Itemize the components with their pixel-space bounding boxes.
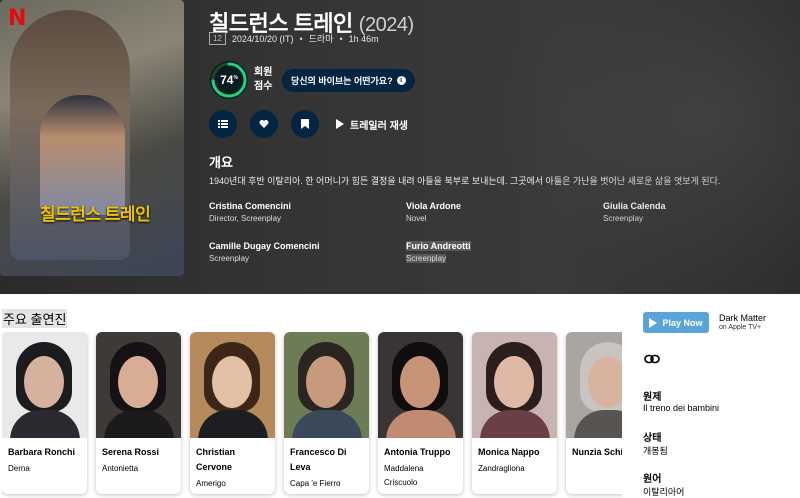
cast-scroller[interactable]: Barbara Ronchi Derna Serena Rossi Antoni…: [2, 332, 622, 498]
cast-character: Zandragliona: [478, 464, 525, 473]
score-label-line2: 점수: [254, 81, 273, 92]
movie-header: N 칠드런스 트레인 칠드런스 트레인 (2024) 12 2024/10/20 …: [0, 0, 800, 294]
cast-card[interactable]: Nunzia Schi: [566, 332, 622, 494]
language-label: 원어: [643, 474, 662, 485]
runtime: 1h 46m: [348, 33, 379, 44]
crew-job: Novel: [406, 214, 427, 223]
vibe-button[interactable]: 당신의 바이브는 어떤가요? i: [282, 69, 415, 92]
crew-job: Screenplay: [406, 254, 447, 263]
poster-title: 칠드런스 트레인: [40, 205, 151, 224]
vibe-text: 당신의 바이브는 어떤가요?: [291, 76, 393, 86]
cast-name[interactable]: Nunzia Schi: [566, 438, 622, 460]
cast-name[interactable]: Serena Rossi: [96, 438, 181, 460]
trailer-label: 트레일러 재생: [350, 120, 408, 132]
movie-poster[interactable]: N 칠드런스 트레인: [0, 0, 184, 276]
language-value: 이탈리아어: [643, 487, 685, 497]
cast-card[interactable]: Barbara Ronchi Derna: [2, 332, 87, 494]
poster-figure-child: [40, 95, 125, 215]
cast-card[interactable]: Serena Rossi Antonietta: [96, 332, 181, 494]
cast-photo[interactable]: [472, 332, 557, 438]
crew-name[interactable]: Giulia Calenda: [603, 201, 793, 211]
bookmark-icon: [301, 119, 309, 129]
cast-photo[interactable]: [96, 332, 181, 438]
crew-name[interactable]: Furio Andreotti: [406, 241, 471, 251]
certification-badge: 12: [209, 32, 226, 45]
score-value: 74%: [220, 73, 238, 87]
streaming-provider[interactable]: Dark Matter on Apple TV+: [719, 313, 766, 331]
crew-job: Screenplay: [603, 214, 644, 223]
play-now-label: Play Now: [662, 317, 703, 328]
play-trailer-button[interactable]: 트레일러 재생: [336, 117, 408, 132]
cast-name[interactable]: Barbara Ronchi: [2, 438, 87, 460]
cast-photo[interactable]: [2, 332, 87, 438]
watchlist-button[interactable]: [291, 110, 319, 138]
status-label: 상태: [643, 433, 662, 444]
separator-dot: •: [299, 33, 303, 44]
cast-character: Maddalena Criscuolo: [384, 464, 424, 487]
score-percent-sign: %: [233, 75, 238, 81]
cast-card[interactable]: Antonia Truppo Maddalena Criscuolo: [378, 332, 463, 494]
crew-member: Cristina Comencini Director, Screenplay: [209, 201, 399, 223]
score-label: 회원 점수: [254, 66, 272, 94]
crew-member: Viola Ardone Novel: [406, 201, 596, 223]
favorite-button[interactable]: [250, 110, 278, 138]
score-label-line1: 회원: [254, 67, 273, 78]
overview-text: 1940년대 후반 이탈리아. 한 어머니가 힘든 결정을 내려 아들을 북부로…: [209, 176, 721, 186]
cast-name[interactable]: Monica Nappo: [472, 438, 557, 460]
crew-name[interactable]: Camille Dugay Comencini: [209, 241, 399, 251]
crew-job: Screenplay: [209, 254, 250, 263]
add-to-list-button[interactable]: [209, 110, 237, 138]
cast-card[interactable]: Monica Nappo Zandragliona: [472, 332, 557, 494]
crew-name[interactable]: Viola Ardone: [406, 201, 596, 211]
cast-heading: 주요 출연진: [2, 309, 68, 328]
play-icon: [649, 317, 658, 328]
genre-link[interactable]: 드라마: [309, 32, 334, 45]
release-date: 2024/10/20 (IT): [231, 33, 294, 44]
separator-dot: •: [339, 33, 343, 44]
cast-name[interactable]: Christian Cervone: [190, 438, 275, 475]
list-icon: [218, 120, 228, 128]
cast-character: Amerigo: [196, 479, 226, 488]
cast-card[interactable]: Christian Cervone Amerigo: [190, 332, 275, 494]
cast-name[interactable]: Francesco Di Leva: [284, 438, 369, 475]
heart-icon: [259, 120, 269, 128]
crew-member: Camille Dugay Comencini Screenplay: [209, 241, 399, 263]
user-score-chart[interactable]: 74%: [210, 61, 248, 99]
original-title-label: 원제: [643, 392, 662, 403]
movie-facts: 12 2024/10/20 (IT) • 드라마 • 1h 46m: [209, 32, 379, 45]
crew-member: Giulia Calenda Screenplay: [603, 201, 793, 223]
cast-character: Capa 'e Fierro: [290, 479, 341, 488]
provider-name: Dark Matter: [719, 313, 767, 323]
cast-name[interactable]: Antonia Truppo: [378, 438, 463, 460]
crew-job: Director, Screenplay: [209, 214, 282, 223]
cast-photo[interactable]: [566, 332, 622, 438]
netflix-logo: N: [8, 6, 27, 31]
original-title-value: Il treno dei bambini: [643, 403, 720, 413]
cast-photo[interactable]: [190, 332, 275, 438]
play-now-button[interactable]: Play Now: [643, 312, 709, 333]
cast-character: [566, 460, 622, 464]
cast-photo[interactable]: [284, 332, 369, 438]
provider-subtitle: on Apple TV+: [719, 324, 762, 331]
cast-card[interactable]: Francesco Di Leva Capa 'e Fierro: [284, 332, 369, 494]
cast-photo[interactable]: [378, 332, 463, 438]
link-icon[interactable]: [644, 351, 660, 367]
cast-character: Antonietta: [102, 464, 139, 473]
status-value: 개봉됨: [643, 446, 668, 456]
overview-heading: 개요: [209, 155, 233, 170]
play-icon: [336, 119, 344, 129]
crew-name[interactable]: Cristina Comencini: [209, 201, 399, 211]
info-icon: i: [396, 76, 406, 85]
cast-character: Derna: [8, 464, 30, 473]
action-bar: 트레일러 재생: [209, 110, 408, 138]
crew-member: Furio Andreotti Screenplay: [406, 241, 596, 263]
